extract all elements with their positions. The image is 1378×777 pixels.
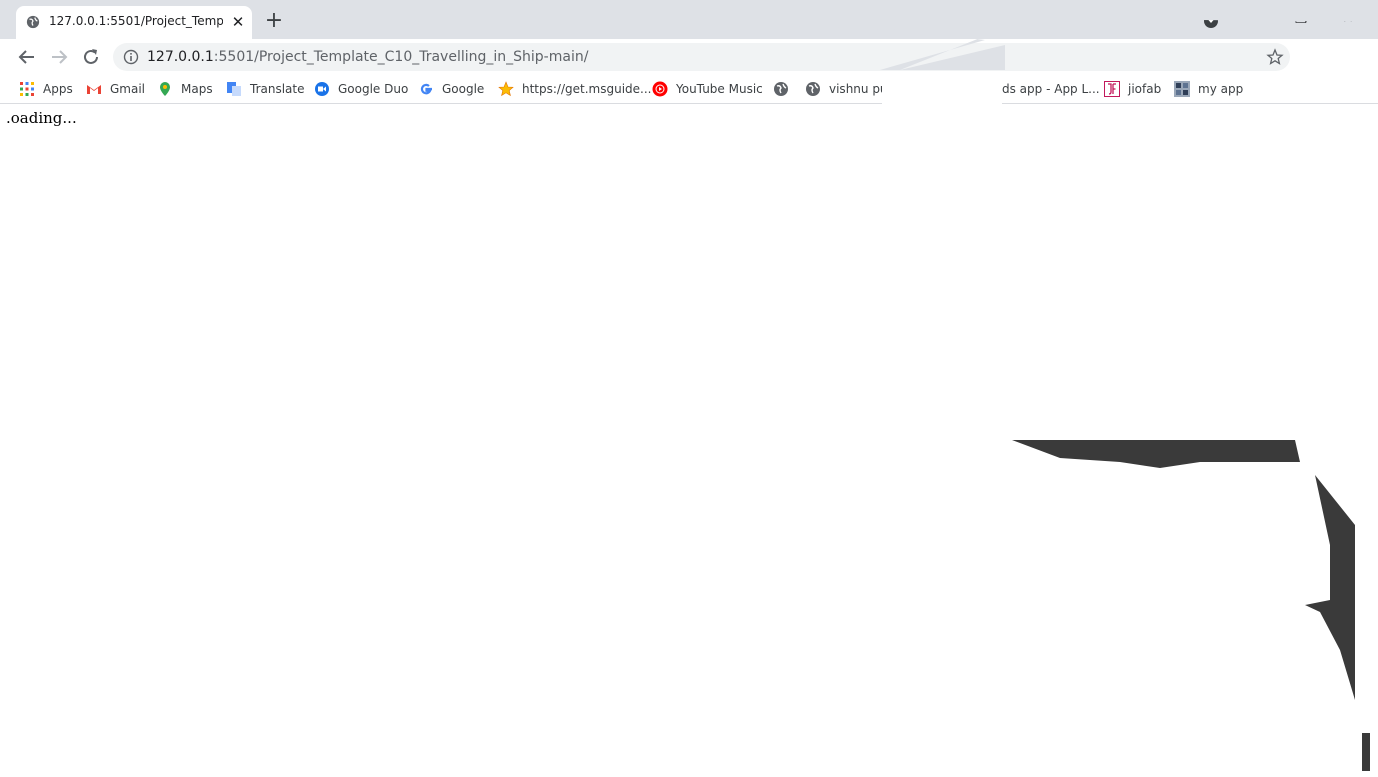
reload-icon[interactable] — [80, 46, 102, 68]
url-text[interactable]: 127.0.0.1:5501/Project_Template_C10_Trav… — [147, 49, 588, 65]
bookmark-star-icon[interactable] — [1266, 48, 1284, 66]
bookmark-youtube-music[interactable]: YouTube Music — [652, 79, 763, 99]
tab-title: 127.0.0.1:5501/Project_Template_C10_Trav… — [49, 14, 223, 28]
bookmark-label: vishnu purana — [829, 82, 915, 96]
page-content: .oading... — [0, 104, 1378, 777]
address-bar[interactable]: 127.0.0.1:5501/Project_Template_C10_Trav… — [113, 43, 1290, 71]
bookmark-my-app[interactable]: my app — [1174, 79, 1243, 99]
bookmark-label: Maps — [181, 82, 213, 96]
bookmark-vishnu-purana[interactable]: vishnu purana — [805, 79, 915, 99]
loading-text: .oading... — [6, 109, 77, 127]
gmail-icon — [87, 85, 101, 94]
apps-grid-icon — [20, 82, 34, 96]
new-tab-button[interactable]: + — [263, 10, 285, 32]
bookmark-label: my app — [1198, 82, 1244, 96]
translate-icon — [227, 82, 241, 96]
bookmark-label: Google Duo — [338, 82, 409, 96]
restore-button[interactable]: ❐ — [1290, 8, 1312, 30]
bookmark-label: Gmail — [110, 82, 146, 96]
bookmark-translate[interactable]: Translate — [226, 79, 305, 99]
jiofab-icon — [1104, 81, 1120, 97]
bookmark-label: YouTube Music — [676, 82, 763, 96]
bookmark-google[interactable]: Google — [418, 79, 484, 99]
close-tab-icon[interactable]: ✕ — [229, 13, 247, 31]
url-path: :5501/Project_Template_C10_Travelling_in… — [213, 49, 589, 65]
forward-arrow-icon[interactable] — [48, 46, 70, 68]
back-arrow-icon[interactable] — [16, 46, 38, 68]
globe-icon — [26, 15, 40, 29]
google-duo-icon — [315, 82, 329, 96]
bookmark-label: ds app - App L... — [1002, 82, 1100, 96]
minimize-button[interactable]: — — [1245, 8, 1267, 30]
maps-pin-icon — [160, 82, 170, 96]
bookmark-msguide[interactable]: https://get.msguide... — [498, 79, 651, 99]
star-favicon-icon — [498, 81, 514, 97]
bookmark-label: https://get.msguide... — [522, 82, 652, 96]
bookmark-unnamed[interactable] — [773, 79, 797, 99]
bookmark-gmail[interactable]: Gmail — [86, 79, 145, 99]
bookmark-ds-app[interactable]: ds app - App L... — [1002, 79, 1100, 99]
bookmark-label: Translate — [250, 82, 305, 96]
tab-strip: 127.0.0.1:5501/Project_Template_C10_Trav… — [0, 0, 1378, 39]
globe-icon — [774, 82, 788, 96]
my-app-icon — [1174, 81, 1190, 97]
active-tab[interactable]: 127.0.0.1:5501/Project_Template_C10_Trav… — [16, 6, 252, 39]
tab-search-icon[interactable] — [1203, 13, 1219, 29]
url-host: 127.0.0.1 — [147, 49, 214, 65]
bookmark-label: Apps — [43, 82, 73, 96]
navigation-toolbar: 127.0.0.1:5501/Project_Template_C10_Trav… — [0, 39, 1378, 75]
youtube-music-icon — [652, 81, 668, 97]
bookmark-apps[interactable]: Apps — [19, 79, 73, 99]
window-close-button[interactable]: ✕ — [1337, 8, 1359, 30]
globe-icon — [806, 82, 820, 96]
bookmark-maps[interactable]: Maps — [157, 79, 213, 99]
bookmark-google-duo[interactable]: Google Duo — [314, 79, 408, 99]
site-info-icon[interactable] — [123, 49, 139, 65]
bookmark-label: Google — [442, 82, 485, 96]
bookmark-jiofab[interactable]: jiofab — [1104, 79, 1161, 99]
bookmark-label: jiofab — [1128, 82, 1162, 96]
google-icon — [420, 83, 432, 95]
bookmarks-bar: Apps Gmail Maps Translate Google Duo Goo… — [0, 75, 1378, 104]
